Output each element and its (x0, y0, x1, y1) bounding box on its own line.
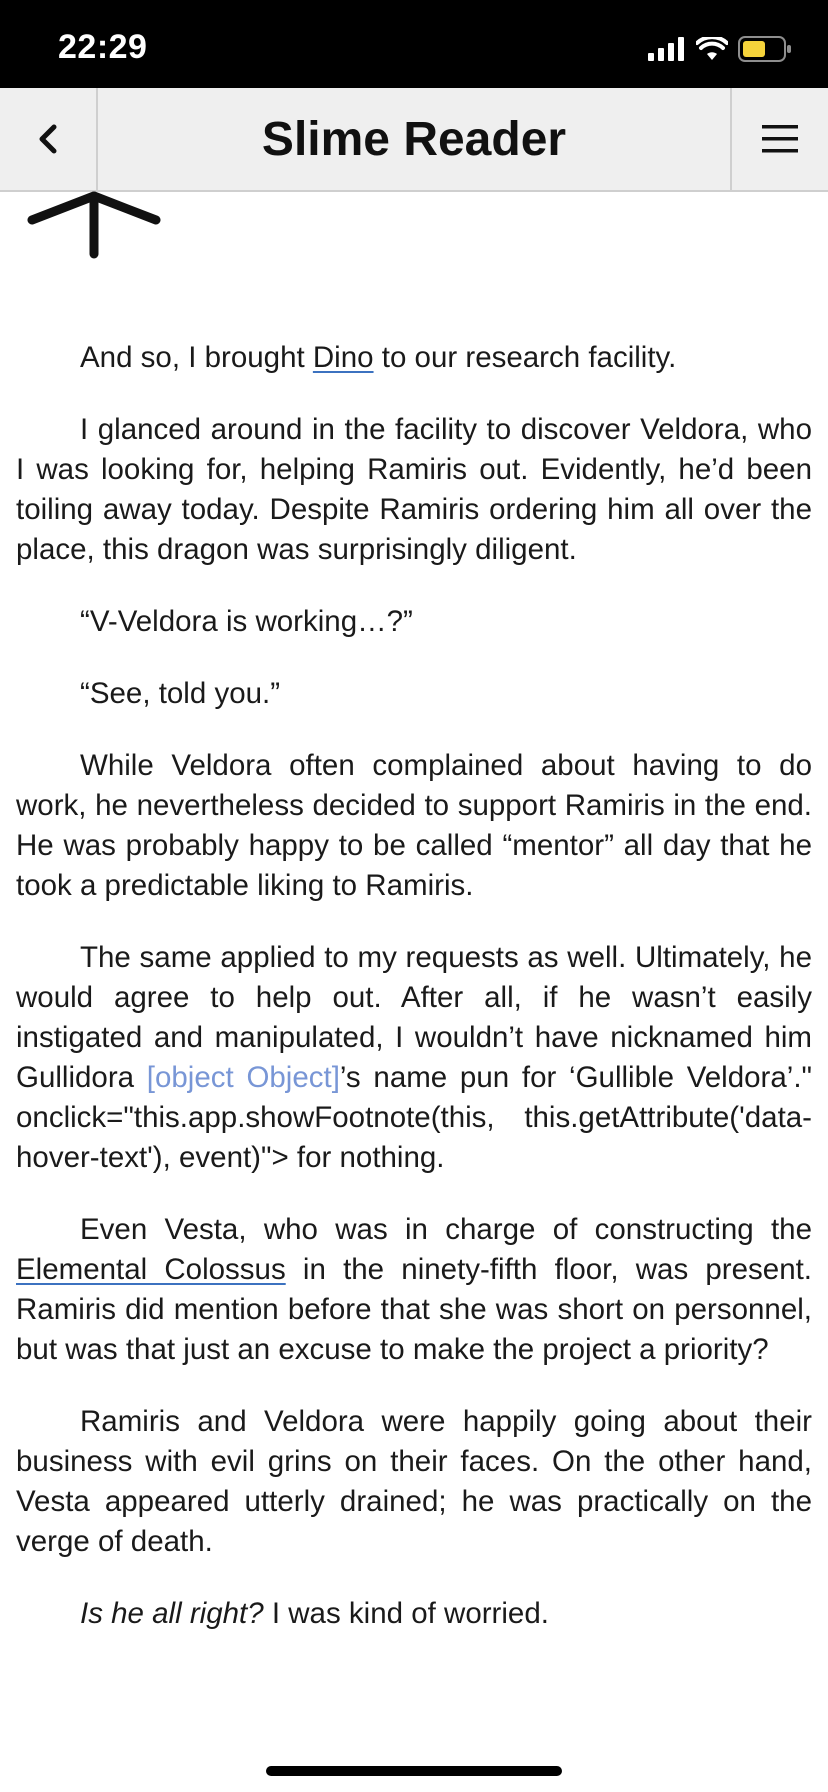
scroll-up-button[interactable] (24, 188, 168, 262)
wifi-icon (696, 37, 728, 60)
menu-button[interactable] (730, 88, 828, 190)
elemental-colossus-link[interactable]: Elemental Colossus (16, 1253, 286, 1286)
paragraph: “See, told you.” (80, 677, 281, 710)
nav-bar: Slime Reader (0, 88, 828, 192)
dino-link[interactable]: Dino (313, 341, 374, 374)
paragraph: Even Vesta, who was in charge of constru… (16, 1210, 812, 1370)
paragraph: Ramiris and Veldora were happily going a… (16, 1405, 812, 1558)
paragraph-text: to our research facility. (373, 341, 677, 374)
paragraph: I glanced around in the facility to disc… (16, 413, 812, 566)
paragraph-text: Even Vesta, who was in charge of constru… (80, 1213, 812, 1246)
status-icons (648, 34, 792, 64)
chevron-left-icon (39, 124, 57, 154)
paragraph: While Veldora often complained about hav… (16, 749, 812, 902)
paragraph-text: I was kind of worried. (263, 1597, 549, 1630)
status-bar: 22:29 (0, 0, 828, 88)
footnote-link[interactable]: [object Object] (147, 1061, 340, 1094)
italic-thought: Is he all right? (80, 1597, 264, 1630)
hamburger-menu-icon (762, 125, 798, 153)
signal-icon (648, 37, 684, 61)
paragraph: “V-Veldora is working…?” (80, 605, 413, 638)
battery-icon (738, 36, 791, 62)
back-button[interactable] (0, 88, 98, 190)
arrow-up-icon (27, 191, 161, 259)
page-title: Slime Reader (261, 112, 567, 166)
paragraph: The same applied to my requests as well.… (16, 938, 812, 1178)
paragraph-text: And so, I brought (80, 341, 313, 374)
paragraph: Is he all right? I was kind of worried. (16, 1594, 812, 1634)
status-time: 22:29 (58, 28, 148, 66)
chapter-text: And so, I brought Dino to our research f… (16, 338, 812, 1666)
home-indicator[interactable] (266, 1766, 562, 1776)
paragraph: And so, I brought Dino to our research f… (16, 338, 812, 378)
